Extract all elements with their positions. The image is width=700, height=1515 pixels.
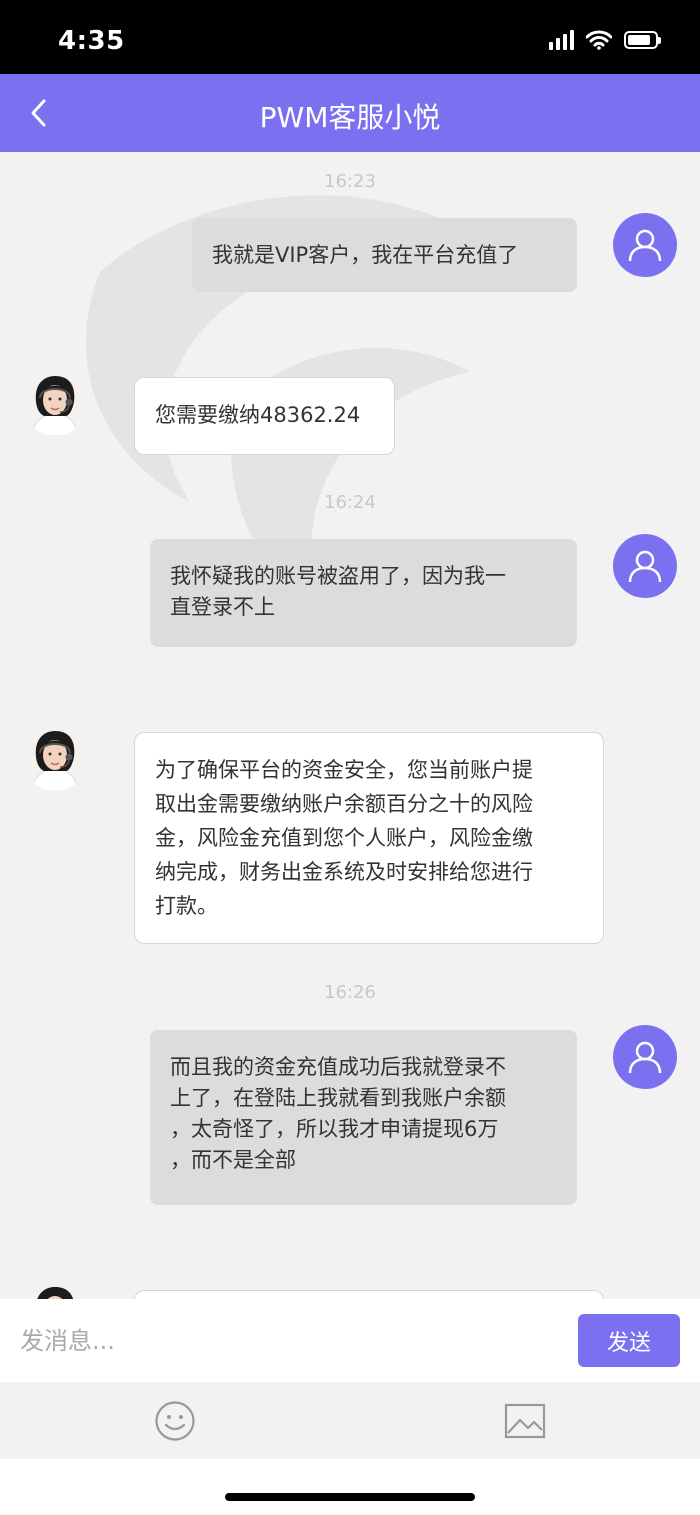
composer-toolbar (0, 1382, 700, 1459)
timestamp: 16:26 (324, 982, 376, 1003)
home-indicator[interactable] (225, 1493, 475, 1501)
agent-photo (22, 1281, 88, 1299)
status-time: 4:35 (58, 26, 125, 56)
timestamp: 16:23 (324, 171, 376, 192)
message-line: 为了确保平台的资金安全，您当前账户提 (155, 758, 533, 782)
agent-message-bubble[interactable]: 为了确保平台的资金安全，您当前账户提 取出金需要缴纳账户余额百分之十的风险 金，… (134, 732, 604, 944)
message-line: 打款。 (155, 894, 218, 918)
chat-area[interactable]: 16:23 我就是VIP客户，我在平台充值了 您需要缴纳48362.24 16:… (0, 152, 700, 1299)
message-line: ，太奇怪了，所以我才申请提现6万 (170, 1117, 499, 1141)
user-icon (628, 1041, 662, 1074)
send-button[interactable]: 发送 (578, 1314, 680, 1367)
agent-avatar[interactable] (22, 1281, 88, 1299)
message-line: 您需要缴纳48362.24 (155, 403, 361, 427)
message-line: 直登录不上 (170, 595, 275, 619)
timestamp: 16:24 (324, 492, 376, 513)
user-message-bubble[interactable]: 我就是VIP客户，我在平台充值了 (192, 218, 577, 292)
user-icon (628, 550, 662, 583)
status-bar: 4:35 (0, 0, 700, 74)
message-line: 而且我的资金充值成功后我就登录不 (170, 1055, 506, 1079)
composer-bar: 发送 (0, 1299, 700, 1382)
agent-message-bubble[interactable]: 您需要缴纳48362.24 (134, 377, 395, 455)
user-avatar[interactable] (613, 1025, 677, 1089)
status-icons (549, 30, 661, 50)
agent-photo (22, 370, 88, 436)
user-message-bubble[interactable]: 我怀疑我的账号被盗用了，因为我一 直登录不上 (150, 539, 577, 647)
user-avatar[interactable] (613, 534, 677, 598)
message-line: 纳完成，财务出金系统及时安排给您进行 (155, 860, 533, 884)
agent-photo (22, 725, 88, 791)
agent-message-bubble[interactable] (134, 1290, 604, 1299)
message-line: 我怀疑我的账号被盗用了，因为我一 (170, 564, 506, 588)
wifi-icon (586, 30, 612, 50)
message-line: 我就是VIP客户，我在平台充值了 (212, 243, 519, 267)
message-line: 上了，在登陆上我就看到我账户余额 (170, 1086, 506, 1110)
agent-avatar[interactable] (22, 725, 88, 791)
user-icon (628, 229, 662, 262)
user-message-bubble[interactable]: 而且我的资金充值成功后我就登录不 上了，在登陆上我就看到我账户余额 ，太奇怪了，… (150, 1030, 577, 1205)
battery-icon (624, 31, 661, 49)
message-line: ，而不是全部 (170, 1148, 296, 1172)
nav-bar: PWM客服小悦 (0, 74, 700, 152)
message-line: 取出金需要缴纳账户余额百分之十的风险 (155, 792, 533, 816)
signal-icon (549, 30, 574, 50)
message-line: 金，风险金充值到您个人账户，风险金缴 (155, 826, 533, 850)
user-avatar[interactable] (613, 213, 677, 277)
page-title: PWM客服小悦 (259, 101, 441, 134)
agent-avatar[interactable] (22, 370, 88, 436)
home-area (0, 1459, 700, 1515)
image-icon[interactable] (504, 1402, 546, 1440)
emoji-icon[interactable] (154, 1400, 196, 1442)
message-input[interactable] (0, 1299, 570, 1382)
